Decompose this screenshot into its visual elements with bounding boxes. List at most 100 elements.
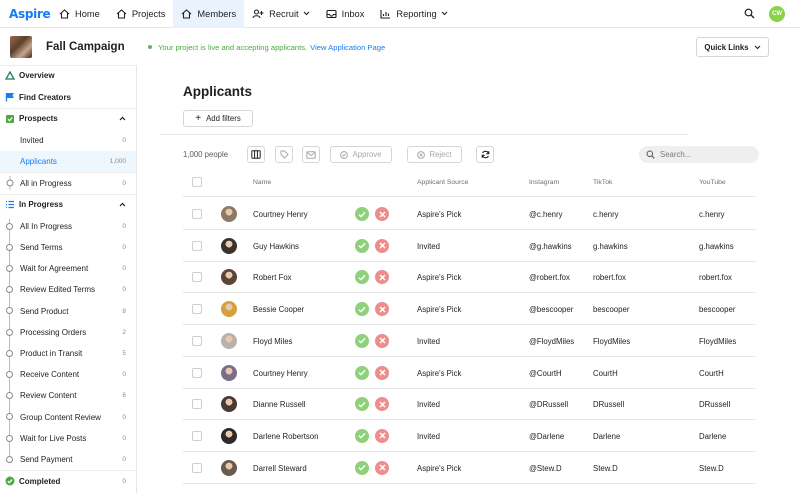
instagram-handle[interactable]: @Darlene	[529, 432, 564, 441]
tiktok-handle[interactable]: g.hawkins	[593, 242, 628, 251]
nav-reporting[interactable]: Reporting	[372, 0, 455, 28]
approve-row-button[interactable]	[355, 365, 369, 380]
row-checkbox[interactable]	[192, 272, 202, 283]
approve-button[interactable]: Approve	[330, 146, 392, 163]
approve-row-button[interactable]	[355, 333, 369, 348]
sidebar-stage-group-content-review[interactable]: Group Content Review 0	[0, 406, 136, 428]
reject-button[interactable]: Reject	[407, 146, 462, 163]
nav-projects[interactable]: Projects	[108, 0, 174, 28]
sidebar-section-prospects[interactable]: Prospects	[0, 108, 136, 129]
youtube-handle[interactable]: robert.fox	[699, 273, 732, 282]
reject-row-button[interactable]	[375, 238, 389, 253]
nav-members[interactable]: Members	[173, 0, 245, 28]
instagram-handle[interactable]: @bescooper	[529, 305, 573, 314]
sidebar-stage-wait-for-live-posts[interactable]: Wait for Live Posts 0	[0, 428, 136, 449]
search-input[interactable]	[660, 150, 750, 159]
applicant-name[interactable]: Robert Fox	[253, 273, 292, 282]
sidebar-stage-send-product[interactable]: Send Product 8	[0, 300, 136, 322]
approve-row-button[interactable]	[355, 238, 369, 253]
sidebar-stage-wait-for-agreement[interactable]: Wait for Agreement 0	[0, 258, 136, 279]
row-checkbox[interactable]	[192, 367, 202, 378]
table-row[interactable]: Courtney Henry Aspire's Pick @c.henry c.hen…	[183, 198, 756, 230]
sidebar-section-in-progress[interactable]: In Progress	[0, 194, 136, 215]
column-header-tiktok[interactable]: TikTok	[593, 179, 612, 186]
global-search-button[interactable]	[744, 8, 755, 19]
nav-inbox[interactable]: Inbox	[318, 0, 373, 28]
table-row[interactable]: Bessie Cooper Aspire's Pick @bescooper besc…	[183, 293, 756, 326]
sidebar-stage-product-in-transit[interactable]: Product in Transit 5	[0, 343, 136, 364]
row-checkbox[interactable]	[192, 304, 202, 315]
sidebar-item-find-creators[interactable]: Find Creators	[0, 86, 136, 108]
applicant-name[interactable]: Darrell Steward	[253, 464, 307, 473]
nav-home[interactable]: Home	[51, 0, 108, 28]
approve-row-button[interactable]	[355, 207, 369, 221]
instagram-handle[interactable]: @c.henry	[529, 210, 562, 219]
instagram-handle[interactable]: @g.hawkins	[529, 242, 572, 251]
approve-row-button[interactable]	[355, 270, 369, 285]
column-header-youtube[interactable]: YouTube	[699, 179, 726, 186]
reject-row-button[interactable]	[375, 270, 389, 285]
reject-row-button[interactable]	[375, 302, 389, 317]
instagram-handle[interactable]: @Stew.D	[529, 464, 562, 473]
sidebar-item-completed[interactable]: Completed 0	[0, 470, 136, 492]
youtube-handle[interactable]: Darlene	[699, 432, 726, 441]
reject-row-button[interactable]	[375, 428, 389, 443]
applicant-name[interactable]: Bessie Cooper	[253, 305, 304, 314]
tag-button[interactable]	[275, 146, 293, 163]
applicant-search[interactable]	[639, 146, 759, 163]
instagram-handle[interactable]: @FloydMiles	[529, 337, 574, 346]
row-checkbox[interactable]	[192, 335, 202, 346]
refresh-button[interactable]	[476, 146, 494, 163]
tiktok-handle[interactable]: bescooper	[593, 305, 629, 314]
sidebar-stage-all-in-progress[interactable]: All In Progress 0	[0, 216, 136, 237]
row-checkbox[interactable]	[192, 209, 202, 219]
email-button[interactable]	[302, 146, 320, 163]
youtube-handle[interactable]: c.henry	[699, 210, 725, 219]
youtube-handle[interactable]: bescooper	[699, 305, 735, 314]
aspire-logo[interactable]: Aspire	[9, 7, 51, 21]
columns-button[interactable]	[247, 146, 265, 163]
applicant-name[interactable]: Guy Hawkins	[253, 242, 299, 251]
reject-row-button[interactable]	[375, 460, 389, 475]
youtube-handle[interactable]: FloydMiles	[699, 337, 736, 346]
nav-recruit[interactable]: Recruit	[244, 0, 317, 28]
sidebar-stage-send-payment[interactable]: Send Payment 0	[0, 449, 136, 470]
select-all-checkbox[interactable]	[192, 177, 202, 187]
instagram-handle[interactable]: @DRussell	[529, 400, 568, 409]
sidebar-stage-review-content[interactable]: Review Content 6	[0, 385, 136, 406]
tiktok-handle[interactable]: DRussell	[593, 400, 624, 409]
column-header-instagram[interactable]: Instagram	[529, 179, 559, 186]
sidebar-item-applicants[interactable]: Applicants 1,000	[0, 151, 136, 172]
tiktok-handle[interactable]: Stew.D	[593, 464, 618, 473]
reject-row-button[interactable]	[375, 333, 389, 348]
sidebar-item-invited[interactable]: Invited 0	[0, 129, 136, 151]
table-row[interactable]: Guy Hawkins Invited @g.hawkins g.hawkins g.h…	[183, 230, 756, 262]
view-application-page-link[interactable]: View Application Page	[310, 43, 385, 52]
reject-row-button[interactable]	[375, 397, 389, 412]
tiktok-handle[interactable]: CourtH	[593, 369, 618, 378]
tiktok-handle[interactable]: Darlene	[593, 432, 620, 441]
row-checkbox[interactable]	[192, 430, 202, 441]
quick-links-button[interactable]: Quick Links	[696, 37, 769, 57]
table-row[interactable]: Dianne Russell Invited @DRussell DRussell DR…	[183, 388, 756, 421]
sidebar-stage-review-edited-terms[interactable]: Review Edited Terms 0	[0, 279, 136, 300]
applicant-name[interactable]: Courtney Henry	[253, 210, 308, 219]
row-checkbox[interactable]	[192, 399, 202, 410]
column-header-name[interactable]: Name	[253, 179, 271, 186]
sidebar-item-overview[interactable]: Overview	[0, 65, 136, 86]
tiktok-handle[interactable]: robert.fox	[593, 273, 626, 282]
reject-row-button[interactable]	[375, 365, 389, 380]
row-checkbox[interactable]	[192, 240, 202, 251]
approve-row-button[interactable]	[355, 397, 369, 412]
approve-row-button[interactable]	[355, 460, 369, 475]
approve-row-button[interactable]	[355, 428, 369, 443]
instagram-handle[interactable]: @CourtH	[529, 369, 562, 378]
row-checkbox[interactable]	[192, 462, 202, 473]
tiktok-handle[interactable]: c.henry	[593, 210, 619, 219]
table-row[interactable]: Courtney Henry Aspire's Pick @CourtH CourtH…	[183, 357, 756, 389]
reject-row-button[interactable]	[375, 207, 389, 221]
instagram-handle[interactable]: @robert.fox	[529, 273, 570, 282]
table-row[interactable]: Darrell Steward Aspire's Pick @Stew.D Stew.…	[183, 452, 756, 484]
applicant-name[interactable]: Floyd Miles	[253, 337, 292, 346]
sidebar-stage-receive-content[interactable]: Receive Content 0	[0, 364, 136, 385]
